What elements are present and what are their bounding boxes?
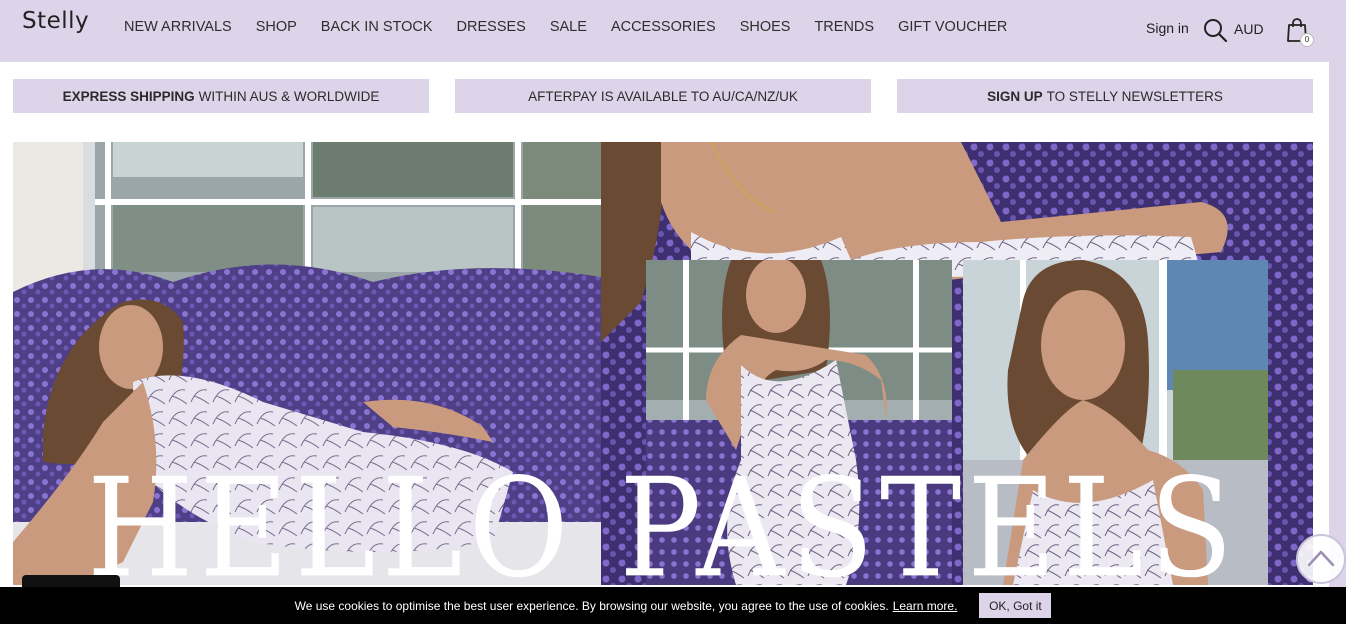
search-icon[interactable]	[1202, 17, 1228, 43]
chevron-up-icon	[1307, 550, 1335, 567]
nav-trends[interactable]: TRENDS	[802, 19, 886, 35]
currency-selector[interactable]: AUD	[1234, 21, 1264, 37]
promo-text: AFTERPAY IS AVAILABLE TO AU/CA/NZ/UK	[528, 88, 798, 104]
nav-shoes[interactable]: SHOES	[728, 19, 803, 35]
nav-sale[interactable]: SALE	[538, 19, 599, 35]
promo-text: TO STELLY NEWSLETTERS	[1046, 88, 1223, 104]
nav-shop[interactable]: SHOP	[244, 19, 309, 35]
nav-back-in-stock[interactable]: BACK IN STOCK	[309, 19, 445, 35]
header-actions: Sign in AUD 0	[1116, 0, 1346, 58]
sign-in-link[interactable]: Sign in	[1146, 20, 1189, 36]
site-logo[interactable]: Stelly	[22, 8, 89, 34]
hero-title: HELLO PASTELS	[87, 448, 1239, 585]
main-nav: NEW ARRIVALS SHOP BACK IN STOCK DRESSES …	[112, 0, 1019, 54]
site-header: Stelly NEW ARRIVALS SHOP BACK IN STOCK D…	[0, 0, 1346, 62]
back-to-top-button[interactable]	[1296, 534, 1346, 584]
promo-newsletter-signup[interactable]: SIGN UP TO STELLY NEWSLETTERS	[897, 79, 1313, 113]
hero-banner[interactable]: HELLO PASTELS	[13, 142, 1313, 585]
nav-dresses[interactable]: DRESSES	[445, 19, 538, 35]
nav-accessories[interactable]: ACCESSORIES	[599, 19, 728, 35]
cookie-consent-bar: We use cookies to optimise the best user…	[0, 587, 1346, 624]
promo-text: WITHIN AUS & WORLDWIDE	[198, 88, 380, 104]
cookie-message: We use cookies to optimise the best user…	[294, 598, 889, 613]
cart-count-badge: 0	[1300, 33, 1314, 47]
promo-afterpay[interactable]: AFTERPAY IS AVAILABLE TO AU/CA/NZ/UK	[455, 79, 871, 113]
nav-new-arrivals[interactable]: NEW ARRIVALS	[112, 19, 244, 35]
promo-bold: EXPRESS SHIPPING	[62, 88, 195, 104]
promo-bold: SIGN UP	[987, 88, 1043, 104]
cookie-learn-more-link[interactable]: Learn more.	[893, 599, 958, 613]
promo-express-shipping[interactable]: EXPRESS SHIPPING WITHIN AUS & WORLDWIDE	[13, 79, 429, 113]
cookie-accept-button[interactable]: OK, Got it	[979, 593, 1052, 618]
nav-gift-voucher[interactable]: GIFT VOUCHER	[886, 19, 1019, 35]
